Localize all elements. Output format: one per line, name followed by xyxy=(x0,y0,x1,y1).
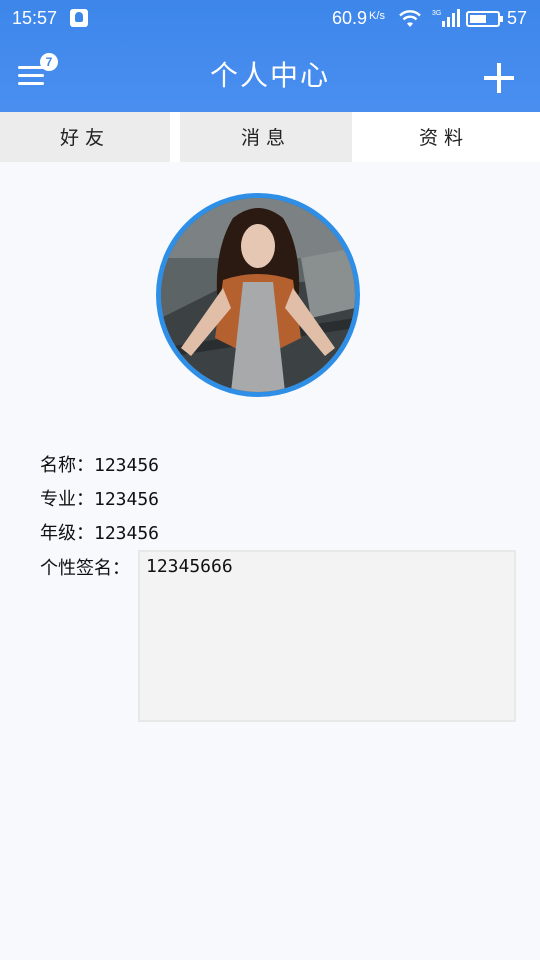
top-bar: 15:57 60.9 K/s 3G 57 7 个人中心 xyxy=(0,0,540,112)
name-value: 123456 xyxy=(94,455,160,476)
major-label: 专业： xyxy=(40,489,94,510)
major-value: 123456 xyxy=(94,489,160,510)
signal-type: 3G xyxy=(432,10,441,17)
battery-icon xyxy=(466,11,503,27)
app-header: 7 个人中心 xyxy=(0,38,540,112)
grade-label: 年级： xyxy=(40,523,94,544)
network-speed-value: 60.9 xyxy=(332,8,368,28)
avatar-image xyxy=(161,198,355,392)
name-row: 名称：123456 xyxy=(40,451,159,477)
avatar[interactable] xyxy=(156,193,360,397)
wifi-icon xyxy=(399,10,421,27)
major-row: 专业：123456 xyxy=(40,485,159,511)
add-button[interactable] xyxy=(484,63,514,93)
notification-icon xyxy=(70,9,88,27)
grade-value: 123456 xyxy=(94,523,160,544)
signature-field[interactable]: 12345666 xyxy=(138,550,516,722)
cell-signal-icon: 3G xyxy=(432,9,460,27)
network-speed-unit: K/s xyxy=(369,10,385,22)
page-title: 个人中心 xyxy=(209,59,330,92)
name-label: 名称： xyxy=(40,455,94,476)
status-bar: 15:57 60.9 K/s 3G 57 xyxy=(0,0,540,38)
tab-messages[interactable]: 消息 xyxy=(180,112,352,162)
profile-screen: 15:57 60.9 K/s 3G 57 7 个人中心 好友 消息 资料 名称：… xyxy=(0,0,540,960)
signature-label: 个性签名： xyxy=(40,558,130,579)
tab-bar: 好友 消息 资料 xyxy=(0,112,540,162)
tab-profile[interactable]: 资料 xyxy=(352,112,536,162)
network-speed: 60.9 K/s xyxy=(332,8,385,29)
battery-percent: 57 xyxy=(507,8,528,28)
tab-friends[interactable]: 好友 xyxy=(0,112,170,162)
grade-row: 年级：123456 xyxy=(40,519,159,545)
status-time: 15:57 xyxy=(12,8,58,28)
